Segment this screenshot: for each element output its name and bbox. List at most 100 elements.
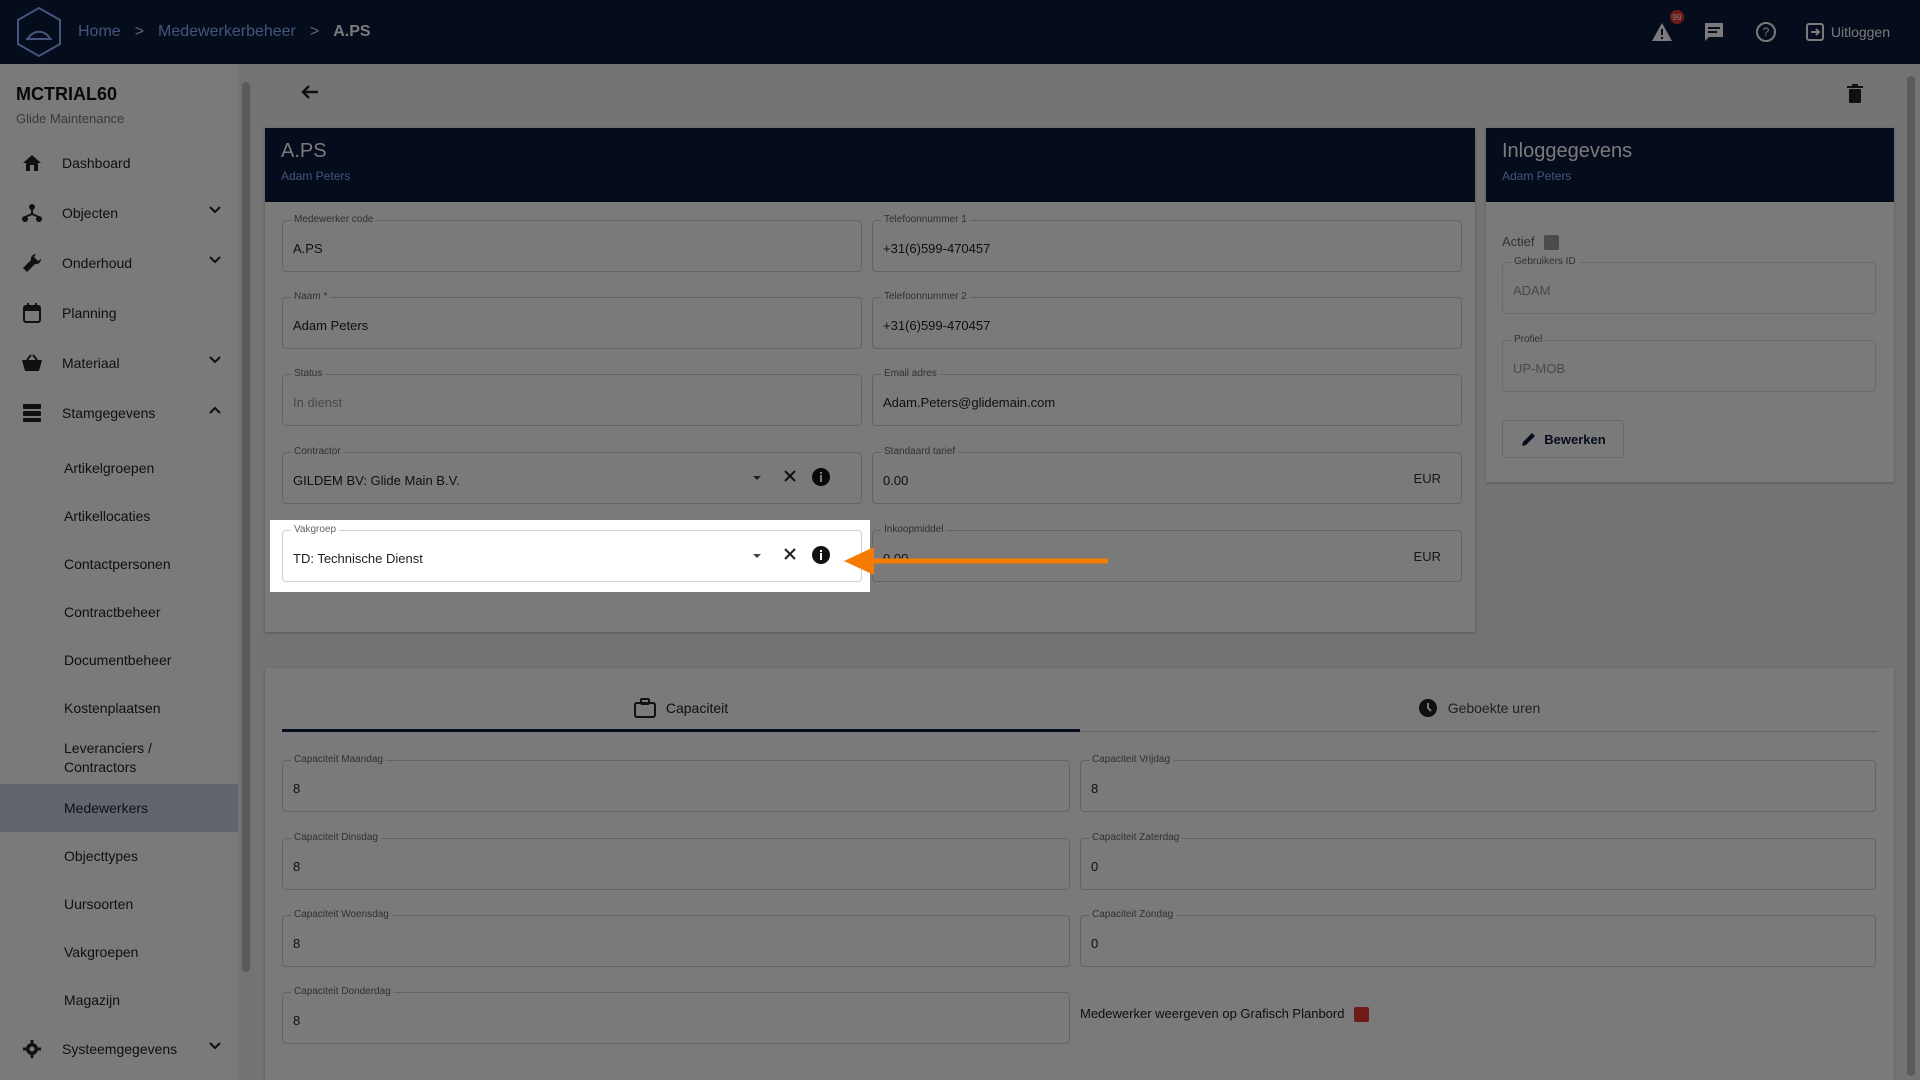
help-icon[interactable]: ? xyxy=(1753,19,1779,45)
sidebar-item-label: Systeemgegevens xyxy=(62,1041,178,1057)
breadcrumb-medewerkerbeheer[interactable]: Medewerkerbeheer xyxy=(158,23,296,41)
tab-booked-hours[interactable]: Geboekte uren xyxy=(1080,684,1878,732)
sidebar-subitem-documentbeheer[interactable]: Documentbeheer xyxy=(0,636,238,684)
user-id-field: Gebruikers ID ADAM xyxy=(1502,256,1876,314)
sidebar-subitem-leveranciers[interactable]: Leveranciers / Contractors xyxy=(0,732,200,784)
tab-booked-label: Geboekte uren xyxy=(1447,700,1541,716)
field-value: Adam.Peters@glidemain.com xyxy=(883,395,1056,410)
edit-login-button[interactable]: Bewerken xyxy=(1502,420,1624,458)
sidebar-item-systeemgegevens[interactable]: Systeemgegevens xyxy=(0,1024,238,1074)
sidebar-subitem-objecttypes[interactable]: Objecttypes xyxy=(0,832,238,880)
dropdown-arrow-icon[interactable] xyxy=(751,471,763,483)
sidebar-subitem-kostenplaatsen[interactable]: Kostenplaatsen xyxy=(0,684,238,732)
employee-code-title: A.PS xyxy=(281,140,327,162)
active-checkbox xyxy=(1544,235,1560,251)
field-value: TD: Technische Dienst xyxy=(293,551,423,566)
chevron-down-icon xyxy=(208,1039,222,1056)
planboard-label: Medewerker weergeven op Grafisch Planbor… xyxy=(1080,1006,1345,1021)
chevron-down-icon xyxy=(208,203,222,220)
field-value: +31(6)599-470457 xyxy=(883,241,991,256)
login-card-header: Inloggegevens Adam Peters xyxy=(1486,128,1894,202)
field-label: Contractor xyxy=(291,446,344,457)
contractor-select[interactable]: Contractor GILDEM BV: Glide Main B.V. xyxy=(282,446,862,504)
field-value: 8 xyxy=(293,1013,301,1028)
capacity-tuesday-field[interactable]: Capaciteit Dinsdag 8 xyxy=(282,832,1070,890)
field-label: Telefoonnummer 2 xyxy=(881,291,970,302)
sidebar-subitem-artikelgroepen[interactable]: Artikelgroepen xyxy=(0,444,238,492)
sidebar-item-label: Materiaal xyxy=(62,355,120,371)
sidebar: MCTRIAL60 Glide Maintenance Dashboard Ob… xyxy=(0,64,238,1080)
capacity-saturday-field[interactable]: Capaciteit Zaterdag 0 xyxy=(1080,832,1876,890)
sidebar-scrollbar[interactable] xyxy=(240,64,252,1080)
info-icon[interactable] xyxy=(811,545,831,565)
logout-button[interactable]: Uitloggen xyxy=(1805,22,1890,42)
chevron-down-icon xyxy=(208,253,222,270)
capacity-sunday-field[interactable]: Capaciteit Zondag 0 xyxy=(1080,909,1876,967)
chat-icon[interactable] xyxy=(1701,19,1727,45)
delete-icon[interactable] xyxy=(1847,84,1869,106)
back-arrow-icon[interactable] xyxy=(300,82,324,106)
sidebar-item-objecten[interactable]: Objecten xyxy=(0,188,238,238)
hierarchy-icon xyxy=(20,201,44,225)
field-value: 8 xyxy=(293,936,301,951)
sidebar-item-onderhoud[interactable]: Onderhoud xyxy=(0,238,238,288)
field-value: 0 xyxy=(1091,859,1099,874)
capacity-wednesday-field[interactable]: Capaciteit Woensdag 8 xyxy=(282,909,1070,967)
field-label: Capaciteit Dinsdag xyxy=(291,832,381,843)
edit-label: Bewerken xyxy=(1544,431,1606,447)
status-field: Status In dienst xyxy=(282,368,862,426)
sidebar-item-dashboard[interactable]: Dashboard xyxy=(0,138,238,188)
sidebar-item-stamgegevens[interactable]: Stamgegevens xyxy=(0,388,238,438)
sidebar-item-planning[interactable]: Planning xyxy=(0,288,238,338)
sidebar-subitem-contactpersonen[interactable]: Contactpersonen xyxy=(0,540,238,588)
capacity-friday-field[interactable]: Capaciteit Vrijdag 8 xyxy=(1080,754,1876,812)
tab-active-indicator xyxy=(282,729,1080,732)
clock-icon xyxy=(1418,699,1437,717)
scrollbar-thumb[interactable] xyxy=(242,82,250,972)
phone2-field[interactable]: Telefoonnummer 2 +31(6)599-470457 xyxy=(872,291,1462,349)
sidebar-subitem-medewerkers[interactable]: Medewerkers xyxy=(0,784,238,832)
breadcrumb-separator: > xyxy=(309,23,320,40)
field-label: Capaciteit Donderdag xyxy=(291,986,394,997)
capacity-thursday-field[interactable]: Capaciteit Donderdag 8 xyxy=(282,986,1070,1044)
login-card-title: Inloggegevens xyxy=(1502,140,1633,162)
logout-label: Uitloggen xyxy=(1830,24,1890,40)
active-row: Actief xyxy=(1502,234,1560,251)
sidebar-subitem-artikellocaties[interactable]: Artikellocaties xyxy=(0,492,238,540)
planboard-checkbox[interactable] xyxy=(1354,1007,1370,1023)
employee-code-field[interactable]: Medewerker code A.PS xyxy=(282,214,862,272)
capacity-monday-field[interactable]: Capaciteit Maandag 8 xyxy=(282,754,1070,812)
phone1-field[interactable]: Telefoonnummer 1 +31(6)599-470457 xyxy=(872,214,1462,272)
breadcrumb: Home > Medewerkerbeheer > A.PS xyxy=(78,23,385,41)
sidebar-item-materiaal[interactable]: Materiaal xyxy=(0,338,238,388)
sidebar-subitem-contractbeheer[interactable]: Contractbeheer xyxy=(0,588,238,636)
sidebar-subitem-vakgroepen[interactable]: Vakgroepen xyxy=(0,928,238,976)
sidebar-subitem-uursoorten[interactable]: Uursoorten xyxy=(0,880,238,928)
dropdown-arrow-icon[interactable] xyxy=(751,549,763,561)
page-scrollbar[interactable] xyxy=(1904,64,1918,1080)
app-logo[interactable] xyxy=(13,6,65,58)
field-label: Gebruikers ID xyxy=(1511,256,1579,267)
field-label: Vakgroep xyxy=(291,524,340,535)
breadcrumb-home[interactable]: Home xyxy=(78,23,121,41)
planboard-row: Medewerker weergeven op Grafisch Planbor… xyxy=(1080,1006,1370,1023)
email-field[interactable]: Email adres Adam.Peters@glidemain.com xyxy=(872,368,1462,426)
clear-icon[interactable] xyxy=(781,467,799,485)
field-label: Capaciteit Woensdag xyxy=(291,909,392,920)
standard-rate-field[interactable]: Standaard tarief 0.00 EUR xyxy=(872,446,1462,504)
field-value: 0 xyxy=(1091,936,1099,951)
field-label: Profiel xyxy=(1511,334,1546,345)
alert-icon[interactable]: 99 xyxy=(1649,10,1684,45)
vakgroep-select[interactable]: Vakgroep TD: Technische Dienst xyxy=(282,524,862,582)
calendar-icon xyxy=(20,301,44,325)
sidebar-subitem-magazijn[interactable]: Magazijn xyxy=(0,976,238,1024)
breadcrumb-current: A.PS xyxy=(333,23,371,40)
clear-icon[interactable] xyxy=(781,545,799,563)
field-label: Capaciteit Zondag xyxy=(1089,909,1177,920)
company-subtitle: Glide Maintenance xyxy=(16,111,125,126)
tab-capacity-label: Capaciteit xyxy=(665,700,729,716)
scrollbar-thumb[interactable] xyxy=(1907,76,1915,1076)
name-field[interactable]: Naam * Adam Peters xyxy=(282,291,862,349)
tab-capacity[interactable]: Capaciteit xyxy=(282,684,1080,732)
info-icon[interactable] xyxy=(811,467,831,487)
